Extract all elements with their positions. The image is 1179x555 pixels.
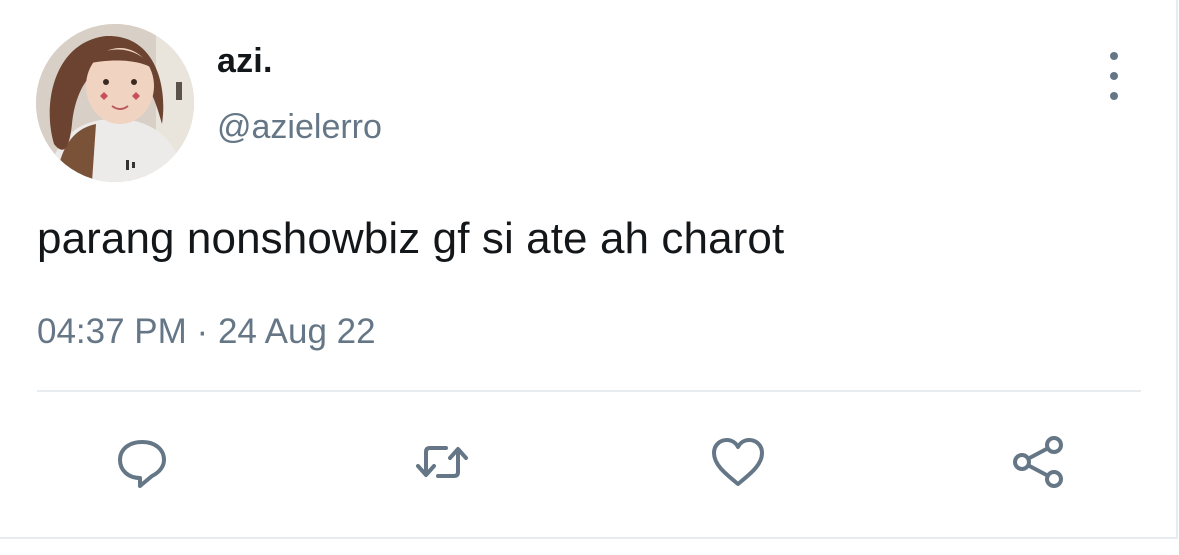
share-button[interactable]	[1006, 430, 1070, 494]
avatar-photo	[36, 24, 194, 182]
meta-separator: ·	[196, 312, 209, 351]
display-name[interactable]: azi.	[217, 42, 273, 81]
avatar[interactable]	[36, 24, 194, 182]
vertical-ellipsis-icon[interactable]	[1096, 52, 1132, 100]
user-handle[interactable]: @azielerro	[217, 108, 382, 147]
tweet-text: parang nonshowbiz gf si ate ah charot	[37, 214, 785, 263]
retweet-arrows-icon	[416, 446, 468, 478]
divider	[37, 390, 1141, 392]
more-dot	[1110, 52, 1118, 60]
heart-icon	[712, 438, 764, 486]
tweet-date[interactable]: 24 Aug 22	[218, 312, 376, 351]
like-button[interactable]	[706, 430, 770, 494]
speech-bubble-icon	[118, 440, 166, 488]
tweet-time: 04:37 PM	[37, 312, 187, 351]
more-dot	[1110, 72, 1118, 80]
share-nodes-icon	[1013, 436, 1063, 488]
tweet-card: azi. @azielerro parang nonshowbiz gf si …	[0, 0, 1178, 539]
reply-button[interactable]	[110, 430, 174, 494]
more-dot	[1110, 92, 1118, 100]
tweet-timestamp: 04:37 PM · 24 Aug 22	[37, 312, 376, 352]
retweet-button[interactable]	[410, 430, 474, 494]
